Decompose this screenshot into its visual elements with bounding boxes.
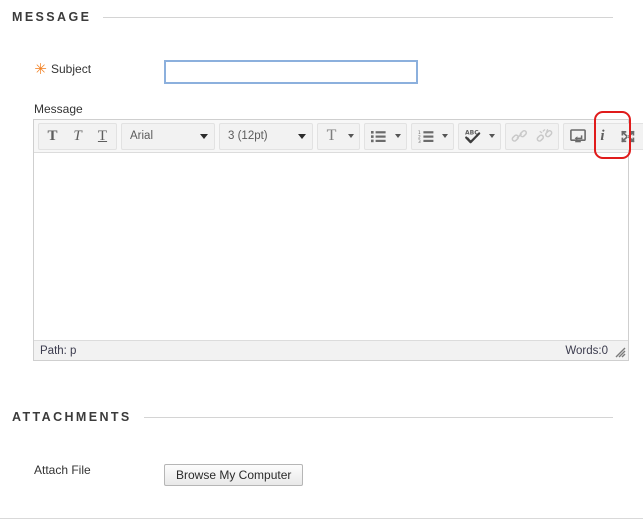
insert-link-button[interactable] (507, 125, 532, 148)
editor-resize-grip[interactable] (613, 345, 626, 358)
text-color-dropdown-arrow[interactable] (344, 125, 358, 148)
italic-button[interactable]: T (65, 125, 90, 148)
editor-status-bar: Path: p Words:0 (34, 340, 628, 360)
section-divider-rule (144, 417, 613, 418)
toolbar-group-bullet-list (364, 123, 407, 150)
bold-icon: T (47, 128, 57, 145)
spellcheck-icon: ABC (464, 128, 482, 145)
spellcheck-button[interactable]: ABC (460, 125, 485, 148)
attachments-section-header: ATTACHMENTS (12, 410, 613, 424)
message-section-header: MESSAGE (12, 10, 613, 24)
fullscreen-button[interactable] (615, 125, 640, 148)
bullet-list-dropdown-arrow[interactable] (391, 125, 405, 148)
font-size-value: 3 (12pt) (228, 130, 268, 142)
bullet-list-button[interactable] (366, 125, 391, 148)
message-section-title: MESSAGE (12, 10, 91, 24)
chevron-down-icon (298, 134, 306, 139)
bottom-divider (0, 518, 643, 519)
toolbar-group-font-name: Arial (121, 123, 215, 150)
toolbar-group-view: i (563, 123, 643, 150)
editor-path-indicator: Path: p (40, 345, 76, 357)
monitor-preview-icon (570, 129, 586, 144)
preview-button[interactable] (565, 125, 590, 148)
editor-toolbar: T T T Arial 3 (12pt) T (34, 120, 628, 153)
svg-text:3: 3 (418, 138, 421, 142)
editor-word-count: Words:0 (565, 345, 608, 357)
message-rich-text-editor: T T T Arial 3 (12pt) T (33, 119, 629, 361)
bold-button[interactable]: T (40, 125, 65, 148)
toolbar-group-text-color: T (317, 123, 360, 150)
underline-icon: T (98, 128, 107, 145)
subject-field-row: ✳ Subject (0, 60, 643, 86)
subject-input[interactable] (164, 60, 418, 84)
numbered-list-dropdown-arrow[interactable] (438, 125, 452, 148)
text-color-icon: T (327, 127, 337, 145)
info-icon: i (600, 128, 604, 145)
numbered-list-icon: 1 2 3 (418, 130, 434, 143)
fullscreen-expand-icon (620, 129, 636, 144)
required-asterisk-icon: ✳ (34, 63, 47, 76)
underline-button[interactable]: T (90, 125, 115, 148)
chevron-down-icon (200, 134, 208, 139)
toolbar-group-numbered-list: 1 2 3 (411, 123, 454, 150)
remove-link-button[interactable] (532, 125, 557, 148)
section-divider-rule (103, 17, 613, 18)
numbered-list-button[interactable]: 1 2 3 (413, 125, 438, 148)
browse-my-computer-button[interactable]: Browse My Computer (164, 464, 303, 486)
toolbar-group-spellcheck: ABC (458, 123, 501, 150)
font-size-select[interactable]: 3 (12pt) (221, 125, 311, 148)
font-name-value: Arial (130, 130, 153, 142)
bullet-list-icon (371, 130, 386, 143)
subject-label: Subject (51, 62, 91, 76)
text-color-button[interactable]: T (319, 125, 344, 148)
unlink-icon (536, 129, 553, 143)
message-label: Message (34, 102, 83, 116)
toolbar-group-text-style: T T T (38, 123, 117, 150)
toolbar-group-link (505, 123, 559, 150)
info-button[interactable]: i (590, 125, 615, 148)
italic-icon: T (73, 128, 81, 145)
editor-content-area[interactable] (34, 153, 628, 340)
attachments-section-title: ATTACHMENTS (12, 410, 132, 424)
spellcheck-dropdown-arrow[interactable] (485, 125, 499, 148)
font-name-select[interactable]: Arial (123, 125, 213, 148)
attach-file-label: Attach File (34, 463, 91, 477)
link-icon (511, 129, 528, 143)
toolbar-group-font-size: 3 (12pt) (219, 123, 313, 150)
